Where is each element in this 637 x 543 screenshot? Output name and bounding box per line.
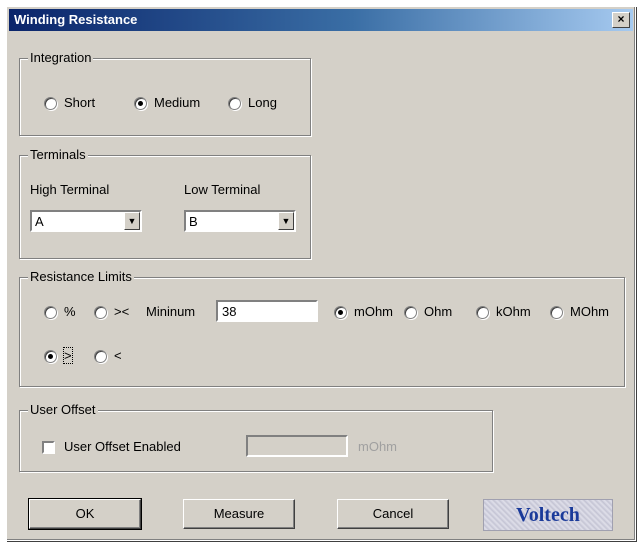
minimum-label: Mininum — [146, 304, 196, 319]
ok-button[interactable]: OK — [28, 498, 142, 530]
user-offset-group: User Offset User Offset Enabled mOhm — [19, 402, 493, 472]
low-terminal-value: B — [189, 214, 198, 229]
integration-medium-label[interactable]: Medium — [154, 95, 200, 110]
unit-mohm-label[interactable]: mOhm — [354, 304, 393, 319]
unit-megohm-radio[interactable] — [550, 306, 563, 319]
chevron-down-icon[interactable]: ▼ — [124, 212, 140, 230]
percent-mode-radio[interactable] — [44, 306, 57, 319]
resistance-limits-group: Resistance Limits % >< Mininum mOhm Ohm … — [19, 269, 625, 387]
compare-less-radio[interactable] — [94, 350, 107, 363]
resistance-limits-legend: Resistance Limits — [28, 269, 134, 284]
unit-kohm-label[interactable]: kOhm — [496, 304, 531, 319]
unit-megohm-label[interactable]: MOhm — [570, 304, 609, 319]
range-mode-radio[interactable] — [94, 306, 107, 319]
low-terminal-label: Low Terminal — [184, 182, 261, 197]
close-icon: × — [617, 12, 625, 26]
unit-ohm-radio[interactable] — [404, 306, 417, 319]
integration-short-label[interactable]: Short — [64, 95, 95, 110]
compare-greater-label[interactable]: > — [63, 347, 73, 364]
integration-group: Integration Short Medium Long — [19, 50, 311, 136]
user-offset-legend: User Offset — [28, 402, 98, 417]
high-terminal-label: High Terminal — [30, 182, 110, 197]
user-offset-checkbox[interactable] — [42, 441, 55, 454]
title-bar: Winding Resistance × — [9, 9, 633, 31]
user-offset-unit: mOhm — [358, 439, 397, 454]
integration-legend: Integration — [28, 50, 94, 65]
terminals-legend: Terminals — [28, 147, 88, 162]
high-terminal-value: A — [35, 214, 44, 229]
minimum-input[interactable] — [216, 300, 318, 322]
integration-long-radio[interactable] — [228, 97, 241, 110]
unit-kohm-radio[interactable] — [476, 306, 489, 319]
winding-resistance-dialog: Winding Resistance × Integration Short M… — [6, 6, 636, 541]
voltech-logo: Voltech — [483, 499, 613, 531]
integration-long-label[interactable]: Long — [248, 95, 277, 110]
integration-medium-radio[interactable] — [134, 97, 147, 110]
window-title: Winding Resistance — [14, 12, 138, 27]
unit-mohm-radio[interactable] — [334, 306, 347, 319]
terminals-group: Terminals High Terminal A ▼ Low Terminal… — [19, 147, 311, 259]
percent-mode-label[interactable]: % — [64, 304, 76, 319]
cancel-button[interactable]: Cancel — [337, 499, 449, 529]
chevron-down-icon[interactable]: ▼ — [278, 212, 294, 230]
user-offset-label[interactable]: User Offset Enabled — [64, 439, 181, 454]
close-button[interactable]: × — [612, 12, 630, 28]
range-mode-label[interactable]: >< — [114, 304, 129, 319]
unit-ohm-label[interactable]: Ohm — [424, 304, 452, 319]
compare-greater-radio[interactable] — [44, 350, 57, 363]
measure-button[interactable]: Measure — [183, 499, 295, 529]
user-offset-input — [246, 435, 348, 457]
compare-less-label[interactable]: < — [114, 348, 122, 363]
low-terminal-select[interactable]: B ▼ — [184, 210, 296, 232]
integration-short-radio[interactable] — [44, 97, 57, 110]
high-terminal-select[interactable]: A ▼ — [30, 210, 142, 232]
